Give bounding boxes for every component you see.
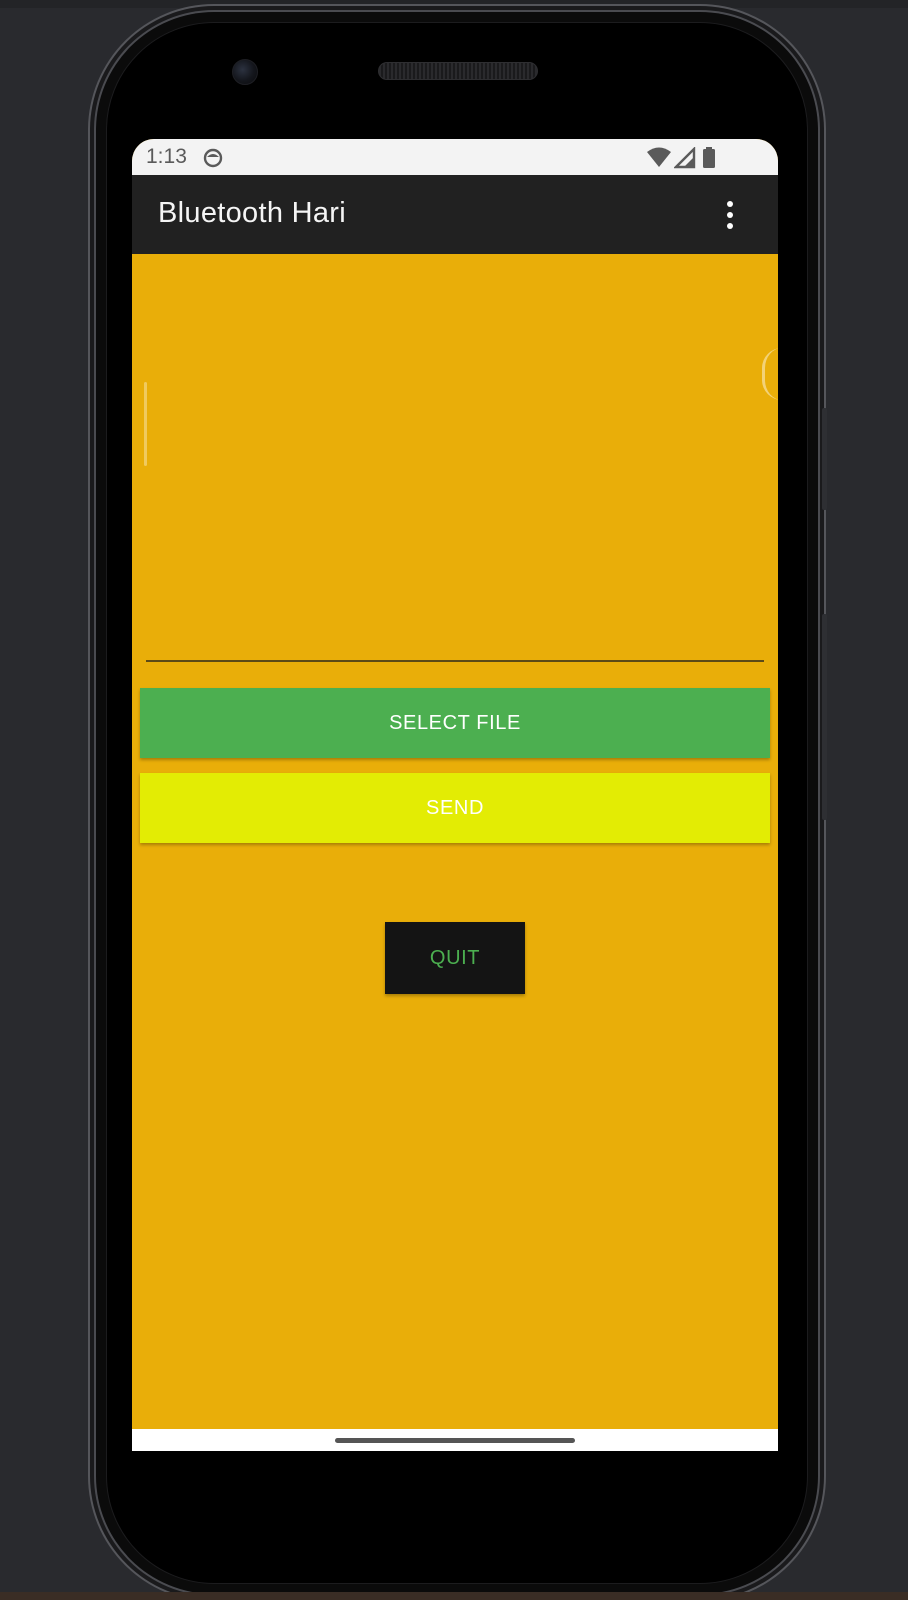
device-screen: 1:13 Bluetooth Hari SELECT FILE SEND QUI…: [132, 139, 778, 1451]
text-area-underline: [146, 660, 764, 662]
status-bar: 1:13: [132, 139, 778, 175]
menu-dot: [727, 212, 733, 218]
front-camera: [232, 59, 258, 85]
earpiece-speaker: [378, 62, 538, 80]
menu-dot: [727, 223, 733, 229]
emulator-window: 1:13 Bluetooth Hari SELECT FILE SEND QUI…: [0, 0, 908, 1600]
navigation-bar: [132, 1429, 778, 1451]
wifi-icon: [646, 147, 672, 173]
cell-signal-icon: [673, 146, 696, 173]
message-text-area[interactable]: [146, 254, 768, 664]
volume-rocker[interactable]: [822, 614, 827, 820]
menu-dot: [727, 201, 733, 207]
window-top-edge: [0, 0, 908, 8]
more-vert-icon[interactable]: [718, 197, 742, 233]
app-title: Bluetooth Hari: [158, 197, 346, 229]
status-time: 1:13: [146, 145, 187, 168]
main-content: SELECT FILE SEND QUIT: [132, 254, 778, 1429]
scroll-indicator-left: [144, 382, 147, 466]
app-toolbar: Bluetooth Hari: [132, 175, 778, 254]
battery-icon: [702, 147, 718, 173]
quit-button[interactable]: QUIT: [385, 922, 525, 994]
home-gesture-handle[interactable]: [335, 1438, 575, 1443]
power-button[interactable]: [822, 408, 827, 510]
window-bottom-edge: [0, 1592, 908, 1600]
sync-icon: [202, 147, 224, 173]
select-file-button[interactable]: SELECT FILE: [140, 688, 770, 758]
send-button[interactable]: SEND: [140, 773, 770, 843]
